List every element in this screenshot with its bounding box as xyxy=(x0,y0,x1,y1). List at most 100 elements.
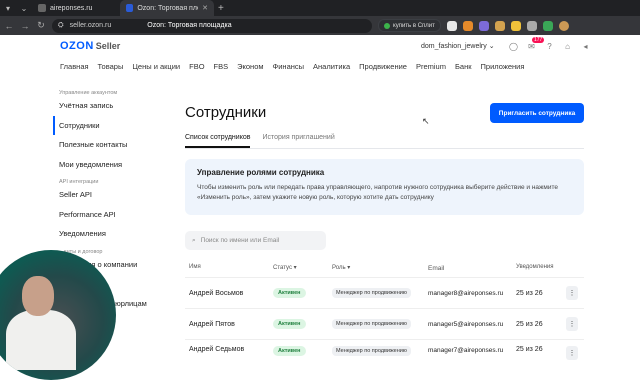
store-name: dom_fashion_jewelry xyxy=(421,43,487,50)
notification-badge: 177 xyxy=(532,37,545,43)
column-header-notifications[interactable]: Уведомления xyxy=(516,264,566,273)
sidebar-item-employees[interactable]: Сотрудники xyxy=(53,115,163,135)
tab-label: Ozon: Торговая площадка xyxy=(137,4,198,12)
column-header-label: Роль xyxy=(332,265,346,271)
announcements-icon[interactable]: ◂ xyxy=(580,41,591,52)
extension-icon[interactable] xyxy=(494,20,505,31)
browser-tab[interactable]: aireponses.ru xyxy=(32,0,120,16)
menu-item-analytics[interactable]: Аналитика xyxy=(313,62,350,71)
employee-tabs: Список сотрудников История приглашений xyxy=(185,134,335,148)
notifications-count: 25 из 26 xyxy=(516,320,543,328)
menu-item-bank[interactable]: Банк xyxy=(455,62,472,71)
new-tab-button[interactable]: + xyxy=(214,3,228,14)
education-icon[interactable]: ⌂ xyxy=(562,41,573,52)
mouse-cursor-icon: ↖ xyxy=(422,116,430,126)
status-badge: Активен xyxy=(273,288,306,298)
tab-divider xyxy=(185,148,584,149)
forward-icon[interactable]: → xyxy=(20,21,30,31)
column-header-status[interactable]: Статус ▾ xyxy=(273,264,332,273)
chevron-down-icon: ⌄ xyxy=(488,43,495,50)
menu-item-econom[interactable]: Эконом xyxy=(237,62,263,71)
menu-item-promotion[interactable]: Продвижение xyxy=(359,62,407,71)
extension-icon[interactable] xyxy=(542,20,553,31)
roles-info-banner: Управление ролями сотрудника Чтобы измен… xyxy=(185,159,584,215)
logo-suffix: Seller xyxy=(95,41,121,51)
sidebar-item-seller-api[interactable]: Seller API xyxy=(53,185,163,205)
split-extension-button[interactable]: купить в Сплит xyxy=(378,19,441,32)
help-icon[interactable]: ? xyxy=(544,41,555,52)
extension-icon[interactable] xyxy=(478,20,489,31)
sidebar-item-account[interactable]: Учётная запись xyxy=(53,96,163,116)
site-header: OZON Seller dom_fashion_jewelry ⌄ ◯ ✉ 177 … xyxy=(0,35,640,57)
notifications-count: 25 из 26 xyxy=(516,346,543,353)
column-header-name[interactable]: Имя xyxy=(185,264,273,273)
ozon-logo[interactable]: OZON Seller xyxy=(60,40,120,52)
status-badge: Активен xyxy=(273,319,306,329)
menu-item-products[interactable]: Товары xyxy=(98,62,124,71)
browser-tab-active[interactable]: Ozon: Торговая площадка ✕ xyxy=(120,0,214,16)
role-cell: Менеджер по продвижению xyxy=(332,288,428,298)
role-badge: Менеджер по продвижению xyxy=(332,319,411,329)
status-cell: Активен xyxy=(273,319,332,329)
address-bar[interactable]: ⛭ seller.ozon.ru Ozon: Торговая площадка xyxy=(52,18,372,33)
chevron-down-icon[interactable]: ⌄ xyxy=(16,0,32,16)
menu-item-home[interactable]: Главная xyxy=(60,62,89,71)
role-badge: Менеджер по продвижению xyxy=(332,288,411,298)
main-menu: Главная Товары Цены и акции FBO FBS Экон… xyxy=(60,62,524,71)
chat-icon[interactable]: ✉ 177 xyxy=(526,37,545,52)
menu-item-apps[interactable]: Приложения xyxy=(481,62,525,71)
extension-icon[interactable] xyxy=(510,20,521,31)
filter-icon[interactable]: ▾ xyxy=(294,265,297,271)
more-cell: ⋮ xyxy=(566,346,580,360)
back-icon[interactable]: ← xyxy=(4,21,14,31)
sidebar-item-contacts[interactable]: Полезные контакты xyxy=(53,135,163,155)
favicon-icon xyxy=(126,4,134,12)
menu-item-premium[interactable]: Premium xyxy=(416,62,446,71)
menu-item-finance[interactable]: Финансы xyxy=(273,62,305,71)
filter-icon[interactable]: ▾ xyxy=(347,265,350,271)
sidebar-item-api-notifications[interactable]: Уведомления xyxy=(53,224,163,244)
more-actions-button[interactable]: ⋮ xyxy=(566,346,578,360)
store-selector[interactable]: dom_fashion_jewelry ⌄ xyxy=(421,42,495,50)
more-actions-button[interactable]: ⋮ xyxy=(566,317,578,331)
column-header-role[interactable]: Роль ▾ xyxy=(332,264,428,273)
role-badge: Менеджер по продвижению xyxy=(332,346,411,356)
sidebar-item-notifications[interactable]: Мои уведомления xyxy=(53,155,163,175)
browser-menu-icon[interactable]: ▾ xyxy=(0,0,16,16)
tab-label: aireponses.ru xyxy=(50,4,93,12)
split-icon xyxy=(384,22,390,29)
extension-icon[interactable] xyxy=(462,20,473,31)
more-cell: ⋮ xyxy=(566,317,580,331)
search-icon: ⌕ xyxy=(192,236,196,244)
notifications-count: 25 из 26 xyxy=(516,289,543,297)
more-actions-button[interactable]: ⋮ xyxy=(566,286,578,300)
menu-item-fbo[interactable]: FBO xyxy=(189,62,204,71)
table-header: Имя Статус ▾ Роль ▾ Email Уведомления xyxy=(185,264,584,273)
column-header-label: Статус xyxy=(273,265,292,271)
favicon-icon xyxy=(38,4,46,12)
role-cell: Менеджер по продвижению xyxy=(332,319,428,329)
reload-icon[interactable]: ↻ xyxy=(36,20,46,31)
profile-icon[interactable] xyxy=(558,20,569,31)
sidebar-item-performance-api[interactable]: Performance API xyxy=(53,205,163,225)
column-header-email[interactable]: Email xyxy=(428,264,516,273)
search-placeholder: Поиск по имени или Email xyxy=(200,237,280,244)
extension-icon[interactable] xyxy=(526,20,537,31)
table-row[interactable]: Андрей Восьмов Активен Менеджер по продв… xyxy=(185,277,584,308)
table-row[interactable]: Андрей Седьмов Активен Менеджер по продв… xyxy=(185,339,584,360)
close-icon[interactable]: ✕ xyxy=(202,4,208,12)
url-text: seller.ozon.ru xyxy=(69,22,112,29)
table-row[interactable]: Андрей Пятов Активен Менеджер по продвиж… xyxy=(185,308,584,339)
account-icon[interactable]: ◯ xyxy=(508,41,519,52)
tab-invite-history[interactable]: История приглашений xyxy=(262,134,334,148)
extension-icon[interactable] xyxy=(446,20,457,31)
menu-item-fbs[interactable]: FBS xyxy=(214,62,229,71)
employee-email: manager5@aireponses.ru xyxy=(428,320,504,328)
header-icons: ◯ ✉ 177 ? ⌂ ◂ xyxy=(508,37,591,52)
employee-name: Андрей Пятов xyxy=(189,320,235,328)
search-input[interactable]: ⌕ Поиск по имени или Email xyxy=(185,231,326,250)
tab-employee-list[interactable]: Список сотрудников xyxy=(185,134,251,148)
invite-employee-button[interactable]: Пригласить сотрудника xyxy=(490,103,584,123)
site-info-icon[interactable]: ⛭ xyxy=(58,22,64,30)
menu-item-prices[interactable]: Цены и акции xyxy=(132,62,180,71)
